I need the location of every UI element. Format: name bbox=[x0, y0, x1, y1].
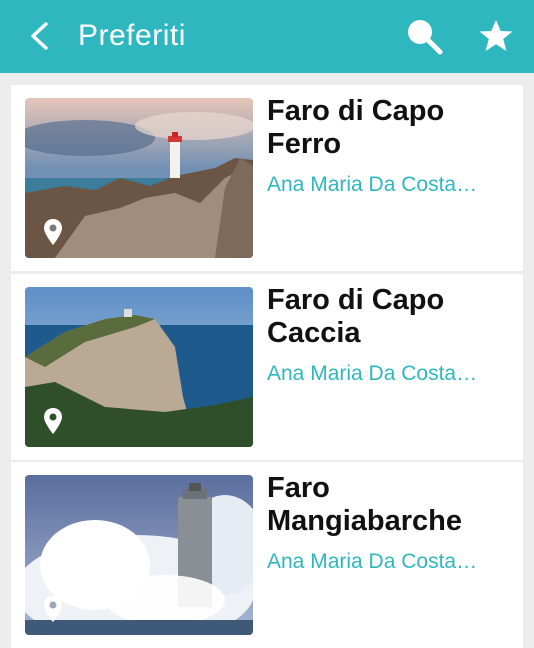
item-title: Faro di Capo Caccia bbox=[267, 284, 445, 349]
list-item[interactable]: Faro Mangiabarche Ana Maria Da Costa… bbox=[11, 462, 523, 648]
app-header: Preferiti bbox=[0, 0, 534, 73]
search-icon[interactable] bbox=[404, 16, 444, 56]
item-title: Faro di Capo Ferro bbox=[267, 95, 445, 160]
item-title: Faro Mangiabarche bbox=[267, 472, 462, 537]
map-pin-icon[interactable] bbox=[43, 218, 63, 246]
lighthouse-photo bbox=[25, 475, 253, 635]
list-item[interactable]: Faro di Capo Caccia Ana Maria Da Costa… bbox=[11, 274, 523, 460]
list-item[interactable]: Faro di Capo Ferro Ana Maria Da Costa… bbox=[11, 85, 523, 271]
item-author: Ana Maria Da Costa… bbox=[267, 362, 478, 385]
back-chevron-icon[interactable] bbox=[26, 20, 56, 52]
lighthouse-photo bbox=[25, 98, 253, 258]
map-pin-icon[interactable] bbox=[43, 407, 63, 435]
item-author: Ana Maria Da Costa… bbox=[267, 550, 478, 573]
star-icon[interactable] bbox=[478, 18, 514, 54]
lighthouse-photo bbox=[25, 287, 253, 447]
map-pin-icon[interactable] bbox=[43, 595, 63, 623]
page-title: Preferiti bbox=[78, 19, 186, 52]
item-author: Ana Maria Da Costa… bbox=[267, 173, 478, 196]
